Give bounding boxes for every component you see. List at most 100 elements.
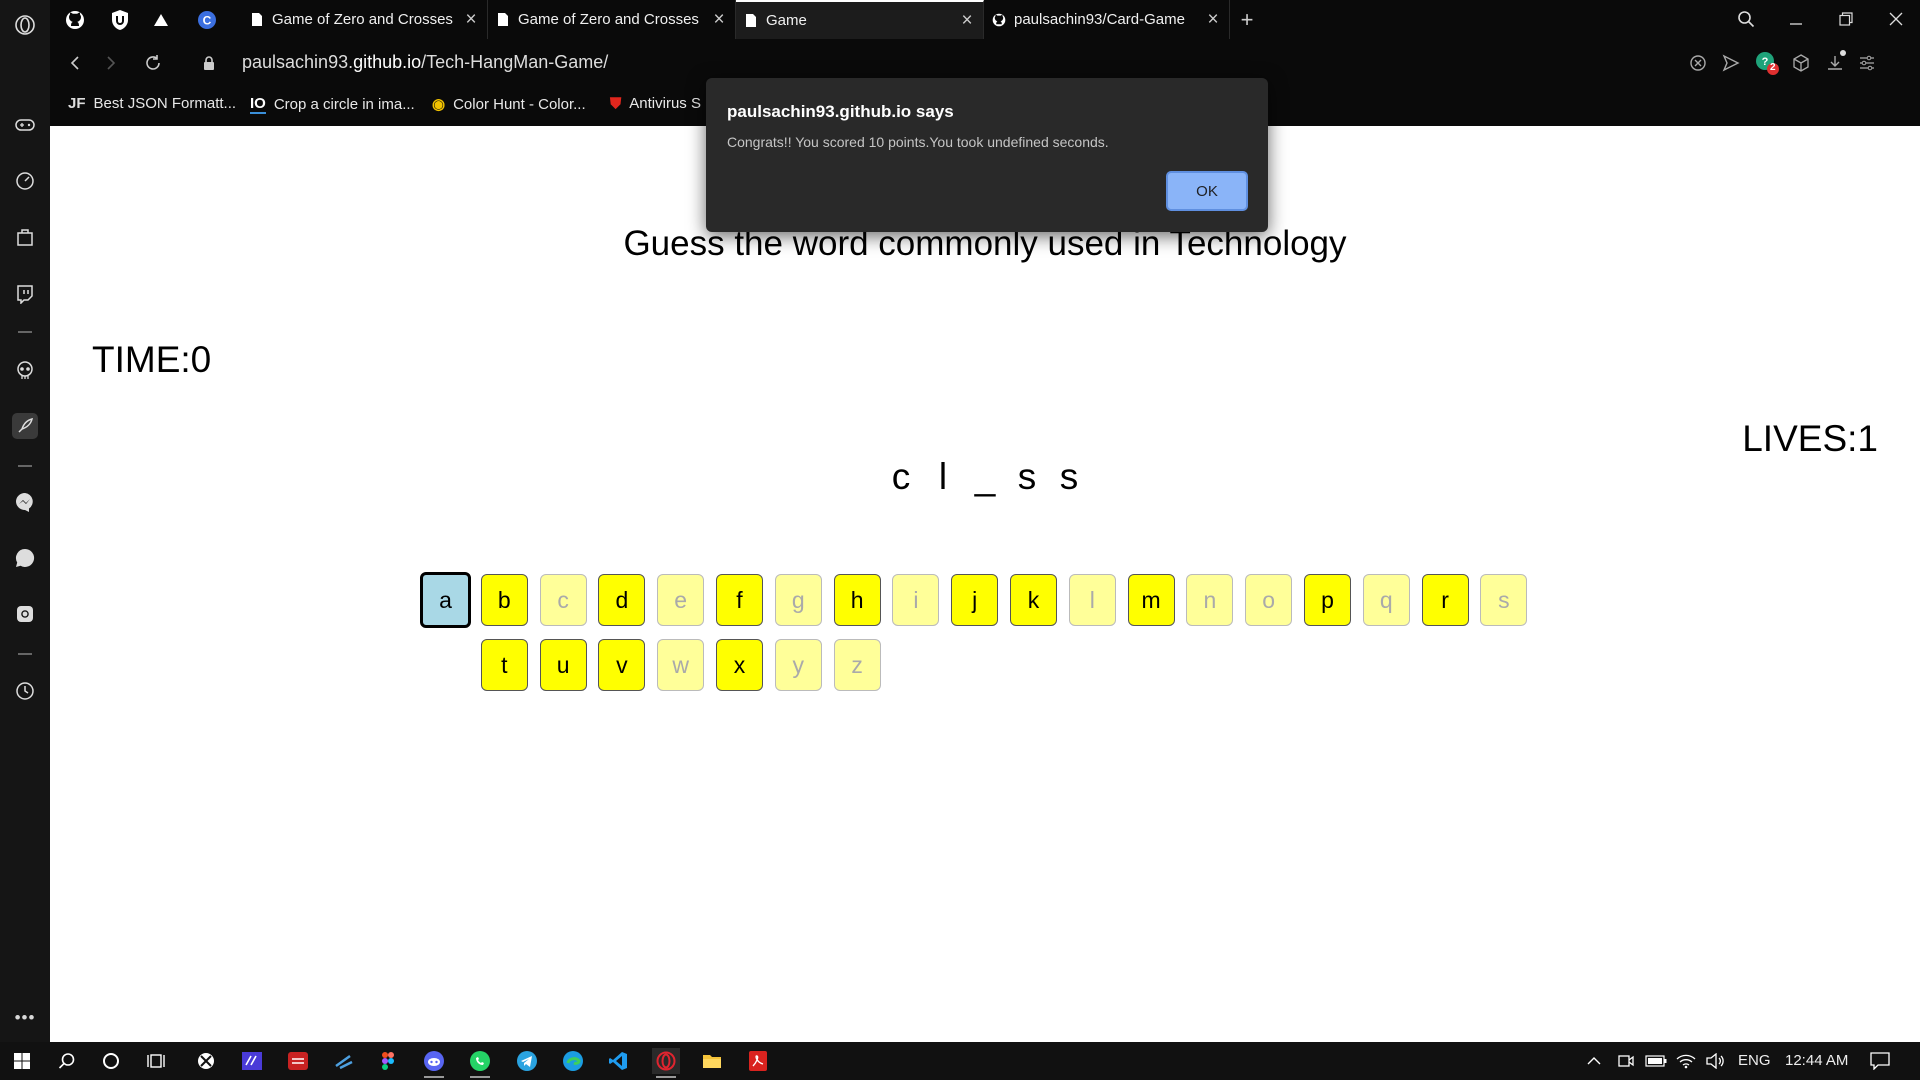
key-r[interactable]: r <box>1421 574 1469 626</box>
vscode-icon[interactable] <box>604 1048 632 1074</box>
lock-icon[interactable] <box>196 50 222 76</box>
acrobat-icon[interactable] <box>744 1048 772 1074</box>
meet-now-icon[interactable] <box>1612 1048 1640 1074</box>
key-j[interactable]: j <box>951 574 999 626</box>
triangle-icon[interactable] <box>148 7 174 33</box>
twitch-icon[interactable] <box>12 281 38 307</box>
alert-dialog: paulsachin93.github.io says Congrats!! Y… <box>706 78 1268 232</box>
xbox-icon[interactable] <box>192 1048 220 1074</box>
bookmark-crop-circle[interactable]: IO Crop a circle in ima... <box>250 95 415 114</box>
whatsapp-icon[interactable] <box>12 545 38 571</box>
battery-icon[interactable] <box>1642 1048 1670 1074</box>
word-letter: _ <box>974 456 996 497</box>
cube-icon[interactable] <box>1788 50 1814 76</box>
copilot-c-icon[interactable]: C <box>194 7 220 33</box>
dialog-message: Congrats!! You scored 10 points.You took… <box>727 134 1109 150</box>
speed-dial-icon[interactable] <box>12 168 38 194</box>
opera-taskbar-icon[interactable] <box>652 1048 680 1078</box>
key-m[interactable]: m <box>1127 574 1175 626</box>
extension-badge: 2 <box>1770 62 1776 73</box>
key-a[interactable]: a <box>420 572 471 628</box>
task-view-icon[interactable] <box>142 1048 170 1074</box>
clock[interactable]: 12:44 AM <box>1785 1052 1848 1069</box>
easy-setup-icon[interactable] <box>1854 50 1880 76</box>
key-o: o <box>1245 574 1293 626</box>
reload-icon[interactable] <box>140 50 166 76</box>
windows-start-icon[interactable] <box>8 1048 36 1074</box>
key-l: l <box>1068 574 1116 626</box>
close-tab-icon[interactable]: × <box>1203 9 1223 31</box>
key-x[interactable]: x <box>716 639 763 691</box>
key-d[interactable]: d <box>598 574 646 626</box>
app-purple-icon[interactable] <box>238 1048 266 1074</box>
file-explorer-icon[interactable] <box>698 1048 726 1074</box>
more-icon[interactable]: ••• <box>12 1005 38 1031</box>
key-y: y <box>774 639 822 691</box>
color-hunt-icon: ◉ <box>432 96 446 113</box>
restore-icon[interactable] <box>1830 4 1862 34</box>
messenger-icon[interactable] <box>12 489 38 515</box>
tab-title: paulsachin93/Card-Game <box>1014 11 1185 28</box>
history-icon[interactable] <box>12 678 38 704</box>
download-dot-icon <box>1840 50 1846 56</box>
url-field[interactable]: paulsachin93.github.io/Tech-HangMan-Game… <box>242 52 608 73</box>
key-v[interactable]: v <box>598 639 646 691</box>
discord-icon[interactable] <box>420 1048 448 1078</box>
send-icon[interactable] <box>1718 50 1744 76</box>
search-icon[interactable] <box>53 1048 81 1074</box>
github-icon[interactable] <box>62 7 88 33</box>
ad-block-icon[interactable] <box>1685 50 1711 76</box>
download-icon[interactable] <box>1822 50 1848 76</box>
key-n: n <box>1186 574 1234 626</box>
search-tabs-icon[interactable] <box>1730 4 1762 34</box>
key-t[interactable]: t <box>480 639 528 691</box>
key-u[interactable]: u <box>539 639 587 691</box>
tab-card-game[interactable]: paulsachin93/Card-Game × <box>984 0 1230 39</box>
whatsapp-taskbar-icon[interactable] <box>466 1048 494 1078</box>
tab-game-of-zero-and-crosses-2[interactable]: Game of Zero and Crosses × <box>488 0 736 39</box>
key-i: i <box>892 574 940 626</box>
key-p[interactable]: p <box>1304 574 1351 626</box>
notification-icon[interactable] <box>1866 1048 1894 1074</box>
ok-button[interactable]: OK <box>1166 171 1248 211</box>
gamepad-icon[interactable] <box>12 112 38 138</box>
bookmark-label: Best JSON Formatt... <box>93 95 237 112</box>
volume-icon[interactable] <box>1701 1048 1729 1074</box>
figma-icon[interactable] <box>374 1048 402 1074</box>
forward-icon[interactable] <box>98 50 124 76</box>
close-tab-icon[interactable]: × <box>957 10 977 32</box>
cortana-icon[interactable] <box>97 1048 125 1074</box>
tab-game-of-zero-and-crosses-1[interactable]: Game of Zero and Crosses × <box>242 0 488 39</box>
close-window-icon[interactable] <box>1880 4 1912 34</box>
edge-icon[interactable] <box>559 1048 587 1074</box>
word-letter: l <box>938 456 948 497</box>
telegram-icon[interactable] <box>513 1048 541 1074</box>
bookmark-color-hunt[interactable]: ◉ Color Hunt - Color... <box>432 95 586 114</box>
app-steam-icon[interactable] <box>330 1048 358 1074</box>
back-icon[interactable] <box>62 50 88 76</box>
ublock-icon[interactable] <box>107 7 133 33</box>
word-display: c l _ s s <box>50 456 1920 498</box>
minimize-icon[interactable] <box>1780 4 1812 34</box>
show-hidden-icons[interactable] <box>1580 1048 1608 1074</box>
key-f[interactable]: f <box>716 574 763 626</box>
key-h[interactable]: h <box>833 574 881 626</box>
close-tab-icon[interactable]: × <box>461 9 481 31</box>
tab-game[interactable]: Game × <box>736 0 984 39</box>
url-prefix: paulsachin93. <box>242 52 354 72</box>
close-tab-icon[interactable]: × <box>709 9 729 31</box>
language-indicator[interactable]: ENG <box>1738 1052 1771 1069</box>
instagram-icon[interactable] <box>12 601 38 627</box>
rocket-icon[interactable] <box>12 413 38 439</box>
bookmark-json-formatter[interactable]: JF Best JSON Formatt... <box>68 95 236 112</box>
opera-logo-icon[interactable] <box>12 12 38 38</box>
key-b[interactable]: b <box>480 574 528 626</box>
skull-icon[interactable] <box>12 357 38 383</box>
key-k[interactable]: k <box>1010 574 1057 626</box>
bookmark-antivirus[interactable]: ⛊ Antivirus S <box>610 95 701 112</box>
app-red-icon[interactable] <box>284 1048 312 1074</box>
new-tab-button[interactable]: + <box>1234 7 1260 33</box>
wifi-icon[interactable] <box>1672 1048 1700 1074</box>
shopping-bag-icon[interactable] <box>12 224 38 250</box>
extension-avatar-icon[interactable]: ? 2 <box>1754 50 1780 76</box>
